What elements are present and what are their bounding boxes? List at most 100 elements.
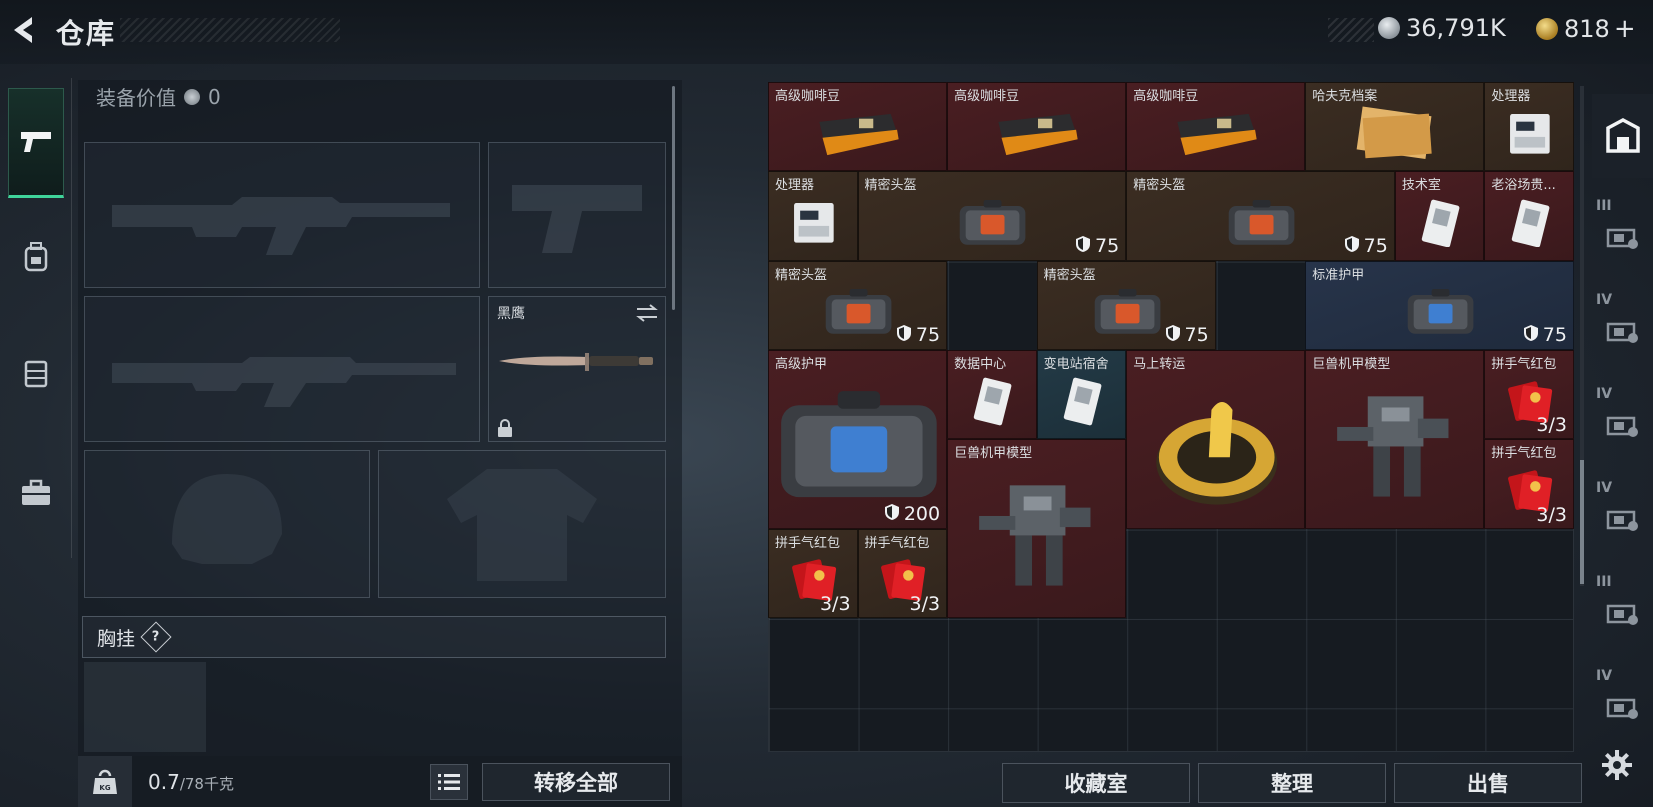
inventory-scrollbar[interactable] [1580,460,1584,584]
processor-icon [1485,99,1573,168]
sell-button[interactable]: 出售 [1394,763,1582,803]
item-name: 巨兽机甲模型 [1312,356,1391,372]
inventory-item[interactable]: 哈夫克档案 [1305,82,1485,172]
item-name: 高级咖啡豆 [954,89,1020,104]
mech-icon [1306,367,1483,526]
backpack-icon [24,242,48,272]
nav-armor[interactable] [8,318,64,428]
inventory-item[interactable]: 数据中心 [947,349,1037,440]
item-quantity-value: 75 [1095,235,1120,258]
item-name: 处理器 [775,178,815,194]
briefcase-icon [22,479,50,505]
rail-storage-slot[interactable]: III [1592,570,1653,654]
primary-weapon-slot[interactable] [84,142,480,288]
chest-rig-slot[interactable] [84,662,206,752]
item-name: 拼手气红包 [1491,356,1557,372]
pistol-silhouette-icon [512,185,642,253]
list-view-button[interactable] [430,764,468,800]
inventory-item[interactable]: 精密头盔 75 [1036,260,1216,350]
sidearm-slot[interactable] [488,142,666,288]
gear-icon [1602,750,1632,780]
inventory-item[interactable]: 老浴场贵... [1484,171,1574,261]
inventory-item[interactable]: 变电站宿舍 [1036,349,1127,440]
inventory-item[interactable]: 精密头盔 75 [857,171,1127,261]
settings-button[interactable] [1592,736,1642,794]
locked-storage-icon [1606,698,1638,719]
nav-case[interactable] [8,438,64,548]
left-nav [0,78,72,558]
helmet-slot[interactable] [84,450,370,598]
equipment-scrollbar[interactable] [672,86,675,310]
slot-tier: IV [1596,480,1613,496]
inventory-item[interactable]: 标准护甲 75 [1305,260,1574,350]
item-name: 拼手气红包 [864,535,930,551]
back-button[interactable] [0,6,46,54]
chest-rig-header: 胸挂 ? [82,616,666,658]
list-icon [438,774,460,790]
help-icon[interactable]: ? [140,621,172,653]
vest-icon [24,360,48,388]
slot-tier: III [1596,574,1612,590]
slot-tier: IV [1596,668,1613,684]
secondary-weapon-slot[interactable] [84,296,480,442]
weight-max: /78千克 [179,775,234,793]
item-quantity-value: 200 [903,503,941,526]
currency-gold-value: 818 [1564,15,1610,43]
inventory-item[interactable]: 高级咖啡豆 [947,82,1127,172]
inventory-item[interactable]: 拼手气红包 3/3 [1484,439,1574,529]
weight-current: 0.7 [148,770,180,794]
swap-icon[interactable] [635,303,659,323]
inventory-item[interactable]: 高级咖啡豆 [768,82,948,172]
inventory-item[interactable]: 精密头盔 75 [768,260,948,350]
weight-lock-button[interactable]: KG [78,756,132,807]
armor-slot[interactable] [378,450,666,598]
item-name: 精密头盔 [775,267,828,283]
item-quantity: 3/3 [1536,504,1567,526]
inventory-item[interactable]: 拼手气红包 3/3 [1484,349,1574,440]
add-gold-icon: + [1613,14,1636,44]
rail-storage-slot[interactable]: III [1592,194,1653,278]
inventory-item[interactable]: 技术室 [1394,171,1485,261]
armor-shield-icon [884,503,900,526]
collection-room-button[interactable]: 收藏室 [1002,763,1190,803]
chest-rig-label: 胸挂 [97,627,136,650]
item-name: 高级咖啡豆 [1133,89,1199,104]
inventory-item[interactable]: 拼手气红包 3/3 [857,528,948,618]
inventory-item[interactable]: 处理器 [768,171,858,261]
item-quantity: 75 [1523,324,1567,347]
coffee-tin-icon [948,99,1125,168]
nav-weapons[interactable] [8,88,64,198]
inventory-item[interactable]: 高级护甲 200 [768,349,948,529]
item-quantity: 75 [1075,235,1119,258]
armor-shield-icon [1344,235,1360,258]
item-quantity: 3/3 [910,593,941,615]
back-arrow-icon [14,17,32,43]
page-title: 仓库 [56,17,117,50]
inventory-item[interactable]: 处理器 [1484,82,1574,172]
item-name: 处理器 [1491,89,1531,104]
rail-storage-slot[interactable]: IV [1592,288,1653,372]
rail-warehouse[interactable] [1592,94,1653,178]
item-quantity-value: 3/3 [1536,503,1567,526]
inventory-item[interactable]: 高级咖啡豆 [1126,82,1306,172]
rail-storage-slot[interactable]: IV [1592,382,1653,466]
inventory-item[interactable]: 拼手气红包 3/3 [768,528,858,618]
keycard-icon [948,367,1036,436]
organize-button[interactable]: 整理 [1198,763,1386,803]
inventory-item[interactable]: 马上转运 [1126,349,1306,529]
item-name: 高级护甲 [775,356,828,372]
rail-storage-slot[interactable]: IV [1592,476,1653,560]
nav-helmet[interactable] [8,202,64,312]
inventory-item[interactable]: 巨兽机甲模型 [1305,349,1485,529]
slot-tier: IV [1596,292,1613,308]
equipment-value: 装备价值 0 [96,82,221,111]
inventory-item[interactable]: 巨兽机甲模型 [947,439,1127,618]
item-quantity-value: 75 [1184,324,1209,347]
armor-shield-icon [896,324,912,347]
currency-gold[interactable]: 818 + [1536,14,1636,44]
armor-shield-icon [1075,235,1091,258]
keycard-icon [1396,188,1484,257]
transfer-all-button[interactable]: 转移全部 [482,763,670,801]
melee-slot[interactable]: 黑鹰 [488,296,666,442]
inventory-item[interactable]: 精密头盔 75 [1126,171,1395,261]
